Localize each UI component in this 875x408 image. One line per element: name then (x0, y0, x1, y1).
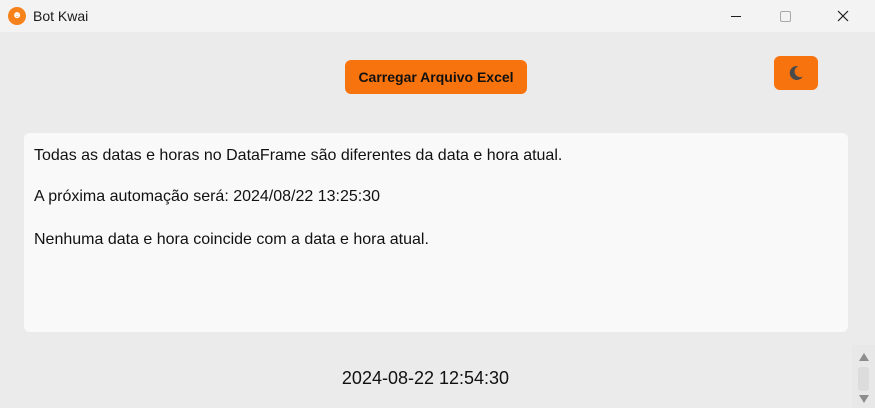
match-status-message: Nenhuma data e hora coincide com a data … (34, 231, 429, 248)
close-icon (837, 10, 849, 22)
load-excel-button[interactable]: Carregar Arquivo Excel (345, 60, 527, 94)
scroll-up-icon[interactable] (859, 353, 869, 361)
scroll-down-icon[interactable] (859, 395, 869, 403)
status-message: Todas as datas e horas no DataFrame são … (34, 147, 563, 164)
moon-icon (789, 65, 803, 80)
message-panel: Todas as datas e horas no DataFrame são … (24, 133, 848, 332)
app-logo-icon: ☻ (8, 7, 26, 25)
current-datetime: 2024-08-22 12:54:30 (341, 368, 510, 388)
title-bar[interactable]: ☻ Bot Kwai (0, 0, 875, 32)
scroll-thumb[interactable] (858, 367, 869, 391)
theme-toggle-button[interactable] (774, 56, 818, 90)
vertical-scrollbar[interactable] (852, 345, 875, 408)
close-button[interactable] (820, 0, 866, 32)
window-title: Bot Kwai (33, 8, 89, 24)
maximize-button[interactable] (762, 0, 808, 32)
minimize-button[interactable] (713, 0, 759, 32)
minimize-icon (731, 15, 741, 17)
app-window: ☻ Bot Kwai Carregar Arquivo Excel Todas … (0, 0, 875, 408)
maximize-icon (779, 10, 791, 22)
next-automation-message: A próxima automação será: 2024/08/22 13:… (34, 188, 381, 205)
